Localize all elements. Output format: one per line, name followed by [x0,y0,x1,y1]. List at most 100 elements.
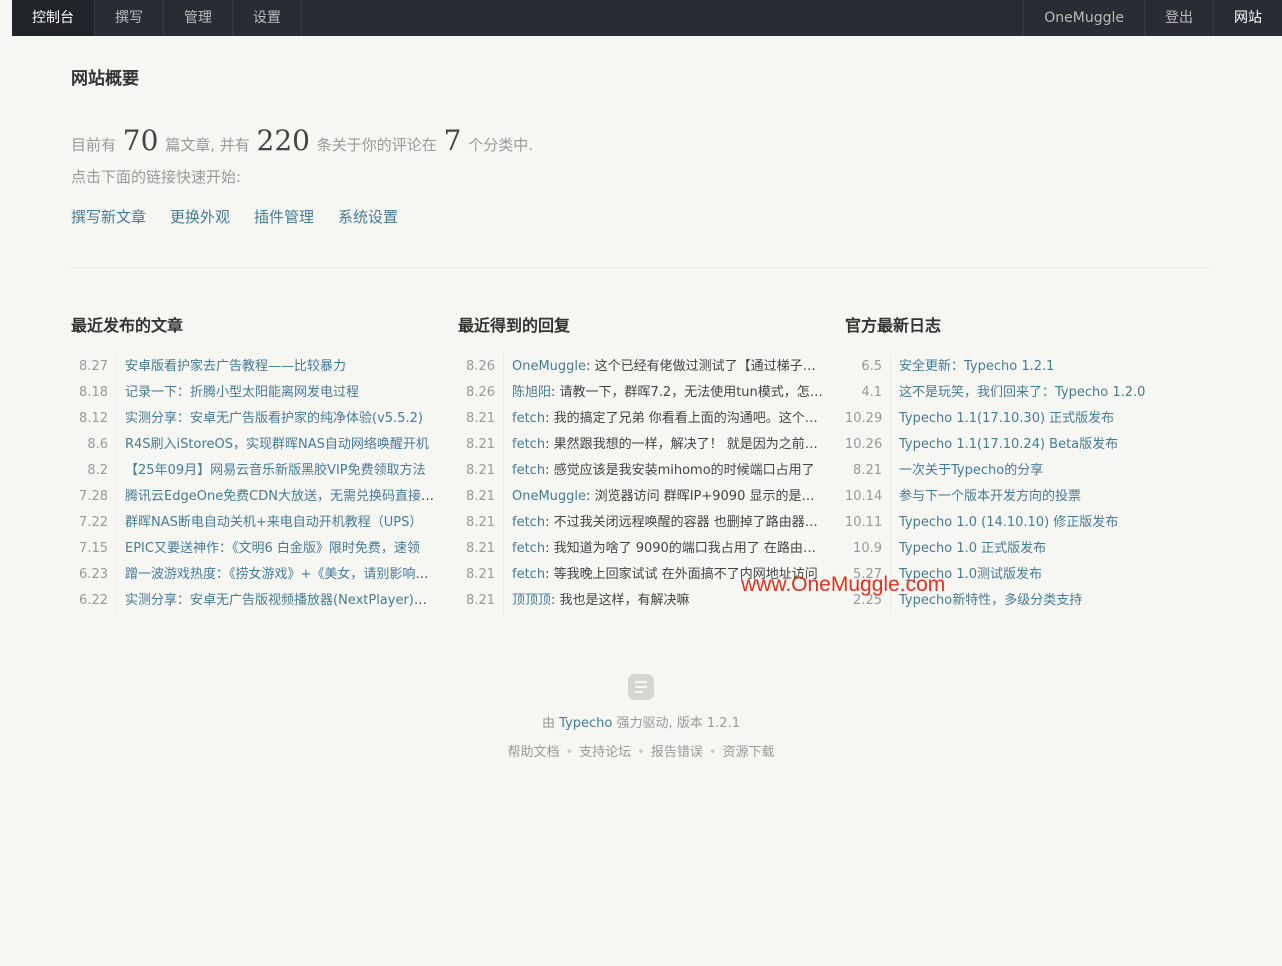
list-item: 8.2 【25年09月】网易云音乐新版黑胶VIP免费领取方法 [71,458,437,484]
item-date: 8.6 [71,432,117,458]
item-title-wrap: 安全更新：Typecho 1.2.1 [891,354,1211,380]
reply-author-link[interactable]: 陈旭阳 [512,385,551,400]
reply-author-link[interactable]: fetch [512,463,545,478]
reply-separator: : [551,593,560,608]
comment-count: 220 [256,124,310,157]
item-title-wrap: 腾讯云EdgeOne免费CDN大放送，无需兑换码直接领取 [117,484,437,510]
item-title-wrap: 记录一下：折腾小型太阳能离网发电过程 [117,380,437,406]
list-item: 8.21OneMuggle: 浏览器访问 群晖IP+9090 显示的是什么内容 [458,484,824,510]
item-title-link[interactable]: 这不是玩笑，我们回来了：Typecho 1.2.0 [899,385,1145,400]
list-item: 4.1 这不是玩笑，我们回来了：Typecho 1.2.0 [845,380,1211,406]
list-item: 10.11 Typecho 1.0 (14.10.10) 修正版发布 [845,510,1211,536]
item-title-wrap: Typecho 1.0 正式版发布 [891,536,1211,562]
list-item: 7.22 群晖NAS断电自动关机+来电自动开机教程（UPS） [71,510,437,536]
reply-author-link[interactable]: 顶顶顶 [512,593,551,608]
item-title-link[interactable]: Typecho 1.0 正式版发布 [899,541,1046,556]
post-count: 70 [122,124,159,157]
reply-separator: : [586,489,595,504]
reply-author-link[interactable]: fetch [512,437,545,452]
nav-left-group: 控制台 撰写 管理 设置 [12,0,302,36]
reply-content: fetch: 我知道为啥了 9090的端口我占用了 在路由器上 [504,536,824,562]
official-log-section: 官方最新日志 6.5 安全更新：Typecho 1.2.1 4.1 这不是玩笑，我们回… [845,312,1211,614]
nav-website[interactable]: 网站 [1213,0,1282,36]
list-item: 8.26 陈旭阳: 请教一下，群晖7.2，无法使用tun模式，怎么办 [458,380,824,406]
footer-link-forum[interactable]: 支持论坛 [579,745,631,760]
typecho-link[interactable]: Typecho [559,716,612,731]
item-title-link[interactable]: Typecho 1.0 (14.10.10) 修正版发布 [899,515,1118,530]
nav-logout[interactable]: 登出 [1144,0,1213,36]
item-title-link[interactable]: 实测分享：安卓无广告版视频播放器(NextPlayer)推荐 [125,593,437,608]
official-log-title: 官方最新日志 [845,316,942,335]
nav-dashboard[interactable]: 控制台 [12,0,95,36]
reply-content: fetch: 不过我关闭远程唤醒的容器 也删掉了路由器上的 [504,510,824,536]
nav-user-profile[interactable]: OneMuggle [1023,0,1144,36]
top-navbar: 控制台 撰写 管理 设置 OneMuggle 登出 网站 [12,0,1282,36]
reply-author-link[interactable]: fetch [512,541,545,556]
reply-separator: : [545,541,554,556]
item-title-wrap: 这不是玩笑，我们回来了：Typecho 1.2.0 [891,380,1211,406]
item-date: 8.21 [458,432,504,458]
list-item: 8.21 fetch: 我知道为啥了 9090的端口我占用了 在路由器上 [458,536,824,562]
reply-author-link[interactable]: fetch [512,567,545,582]
item-title-link[interactable]: Typecho 1.1(17.10.30) 正式版发布 [899,411,1114,426]
item-date: 8.21 [845,458,891,484]
nav-write[interactable]: 撰写 [95,0,164,36]
reply-separator: : [545,437,554,452]
footer-link-docs[interactable]: 帮助文档 [507,745,559,760]
reply-author-link[interactable]: OneMuggle [512,489,586,504]
nav-manage[interactable]: 管理 [164,0,233,36]
item-title-link[interactable]: 【25年09月】网易云音乐新版黑胶VIP免费领取方法 [125,463,426,478]
item-date: 8.27 [71,354,117,380]
footer-link-download[interactable]: 资源下载 [723,745,775,760]
item-date: 4.1 [845,380,891,406]
recent-posts-title: 最近发布的文章 [71,316,184,335]
item-date: 10.26 [845,432,891,458]
reply-author-link[interactable]: fetch [512,515,545,530]
list-item: 7.15 EPIC又要送神作：《文明6 白金版》限时免费，速领 [71,536,437,562]
quick-link-write[interactable]: 撰写新文章 [71,206,146,227]
item-title-link[interactable]: 安卓版看护家去广告教程——比较暴力 [125,359,346,374]
item-title-link[interactable]: Typecho 1.1(17.10.24) Beta版发布 [899,437,1118,452]
summary-posts-text: 篇文章, 并有 [165,136,250,154]
item-date: 8.21 [458,536,504,562]
footer-link-report[interactable]: 报告错误 [651,745,703,760]
item-title-link[interactable]: 腾讯云EdgeOne免费CDN大放送，无需兑换码直接领取 [125,489,437,504]
quick-link-system[interactable]: 系统设置 [338,206,398,227]
reply-author-link[interactable]: fetch [512,411,545,426]
reply-separator: : [545,567,554,582]
item-title-link[interactable]: 群晖NAS断电自动关机+来电自动开机教程（UPS） [125,515,422,530]
nav-right-group: OneMuggle 登出 网站 [1023,0,1282,36]
reply-text: 浏览器访问 群晖IP+9090 显示的是什么内容 [594,489,824,504]
quick-link-plugins[interactable]: 插件管理 [254,206,314,227]
recent-posts-list: 8.27 安卓版看护家去广告教程——比较暴力 8.18 记录一下：折腾小型太阳能离网发… [71,354,437,614]
footer: 由 Typecho 强力驱动, 版本 1.2.1 帮助文档 • 支持论坛 • 报告错误 •… [0,674,1282,760]
item-title-link[interactable]: 一次关于Typecho的分享 [899,463,1043,478]
item-title-wrap: 群晖NAS断电自动关机+来电自动开机教程（UPS） [117,510,437,536]
quick-link-theme[interactable]: 更换外观 [170,206,230,227]
reply-text: 这个已经有佬做过测试了【通过梯子访问】 [594,359,824,374]
reply-text: 我也是这样，有解决嘛 [559,593,690,608]
item-title-link[interactable]: 记录一下：折腾小型太阳能离网发电过程 [125,385,359,400]
item-title-link[interactable]: 实测分享：安卓无广告版看护家的纯净体验(v5.5.2) [125,411,423,426]
item-title-wrap: 【25年09月】网易云音乐新版黑胶VIP免费领取方法 [117,458,437,484]
reply-separator: : [545,515,554,530]
reply-text: 我的搞定了兄弟 你看看上面的沟通吧。这个问题 [553,411,824,426]
list-item: 7.28 腾讯云EdgeOne免费CDN大放送，无需兑换码直接领取 [71,484,437,510]
recent-replies-title: 最近得到的回复 [458,316,571,335]
reply-content: 陈旭阳: 请教一下，群晖7.2，无法使用tun模式，怎么办 [504,380,824,406]
item-date: 8.21 [458,458,504,484]
item-title-wrap: 安卓版看护家去广告教程——比较暴力 [117,354,437,380]
item-title-link[interactable]: R4S刷入iStoreOS，实现群晖NAS自动网络唤醒开机 [125,437,429,452]
reply-content: fetch: 感觉应该是我安装mihomo的时候端口占用了 [504,458,824,484]
item-date: 8.21 [458,406,504,432]
reply-author-link[interactable]: OneMuggle [512,359,586,374]
reply-content: OneMuggle: 浏览器访问 群晖IP+9090 显示的是什么内容 [504,484,824,510]
site-summary: 目前有 70 篇文章, 并有 220 条关于你的评论在 7 个分类中. [71,124,533,157]
item-title-link[interactable]: 蹭一波游戏热度：《捞女游戏》+《美女，请别影响我学习》 [125,567,437,582]
summary-categories-text: 个分类中. [468,136,533,154]
item-title-link[interactable]: 安全更新：Typecho 1.2.1 [899,359,1054,374]
nav-settings[interactable]: 设置 [233,0,302,36]
recent-posts-section: 最近发布的文章 8.27 安卓版看护家去广告教程——比较暴力 8.18 记录一下：折腾… [71,312,437,614]
item-title-link[interactable]: 参与下一个版本开发方向的投票 [899,489,1081,504]
item-title-link[interactable]: EPIC又要送神作：《文明6 白金版》限时免费，速领 [125,541,420,556]
